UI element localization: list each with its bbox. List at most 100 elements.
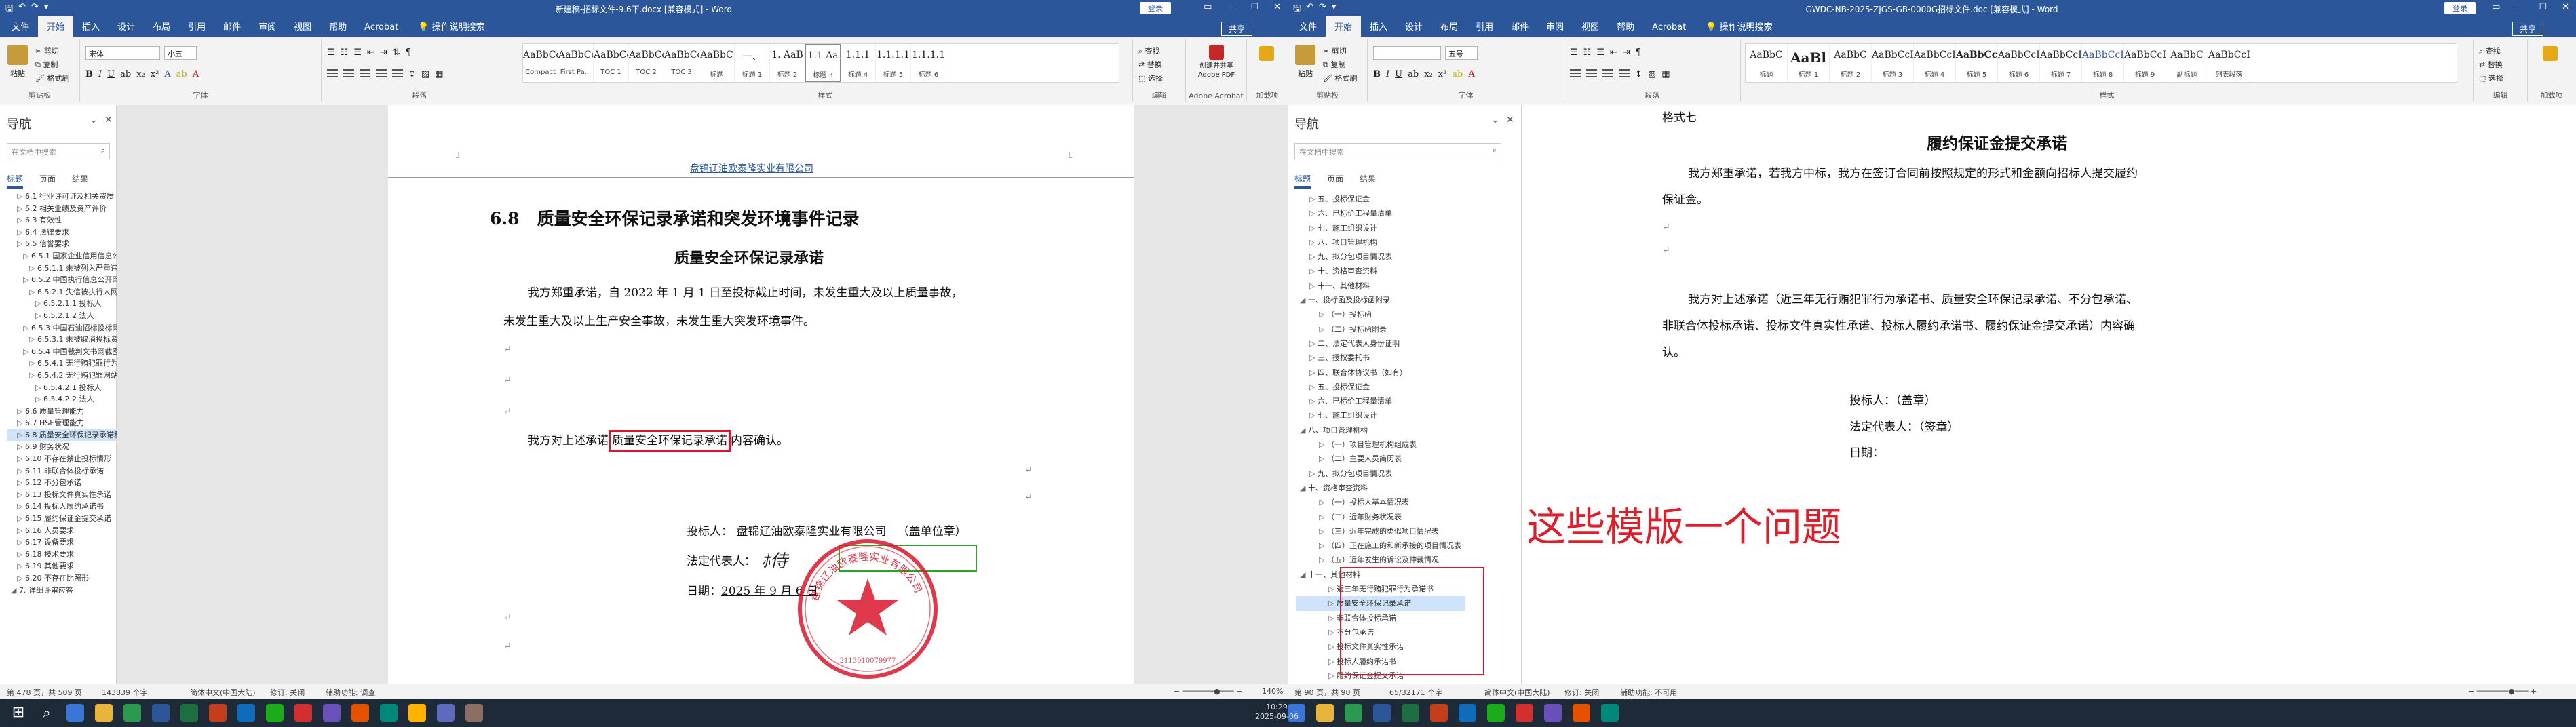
align-center-icon[interactable] bbox=[343, 69, 354, 77]
app-icon[interactable] bbox=[1573, 704, 1590, 722]
nav-tab-results[interactable]: 结果 bbox=[72, 173, 88, 189]
nav-heading-item[interactable]: ▷ （一）投标人基本情况表 bbox=[1296, 495, 1465, 509]
expand-arrow-icon[interactable]: ▷ bbox=[29, 359, 37, 368]
tab-help[interactable]: 帮助 bbox=[320, 16, 355, 37]
nav-heading-item[interactable]: ▷ （二）投标函附录 bbox=[1296, 322, 1465, 336]
excel-icon[interactable] bbox=[1402, 704, 1419, 722]
language[interactable]: 简体中文(中国大陆) bbox=[1484, 687, 1550, 698]
show-marks-icon[interactable]: ¶ bbox=[1636, 47, 1641, 58]
increase-indent-icon[interactable]: ⇥ bbox=[1623, 47, 1630, 58]
app-icon[interactable] bbox=[465, 704, 483, 722]
expand-arrow-icon[interactable]: ▷ bbox=[1309, 209, 1318, 218]
style-heading8[interactable]: AaBbCcD 标题 8 bbox=[2082, 44, 2124, 82]
expand-arrow-icon[interactable]: ◢ bbox=[1300, 484, 1308, 492]
align-center-icon[interactable] bbox=[1586, 69, 1597, 77]
justify-icon[interactable] bbox=[376, 69, 387, 77]
tab-review[interactable]: 审阅 bbox=[250, 16, 285, 37]
nav-heading-item[interactable]: ▷ 三、授权委托书 bbox=[1296, 351, 1465, 365]
strikethrough-icon[interactable]: ab bbox=[1408, 69, 1419, 79]
style-heading2[interactable]: AaBbC 标题 2 bbox=[1830, 44, 1872, 82]
italic-icon[interactable]: I bbox=[98, 69, 102, 79]
wechat-icon[interactable] bbox=[266, 704, 284, 722]
font-name-select[interactable]: 宋体 bbox=[85, 46, 160, 60]
close-icon[interactable]: ✕ bbox=[1506, 115, 1514, 125]
expand-arrow-icon[interactable]: ▷ bbox=[17, 514, 25, 523]
expand-arrow-icon[interactable]: ▷ bbox=[17, 192, 25, 201]
numbering-icon[interactable]: ☷ bbox=[1583, 47, 1592, 58]
tab-help[interactable]: 帮助 bbox=[1608, 16, 1643, 37]
expand-arrow-icon[interactable]: ▷ bbox=[23, 252, 31, 260]
nav-heading-item[interactable]: ▷ （四）正在施工的和新承接的项目情况表 bbox=[1296, 538, 1465, 553]
track-changes[interactable]: 修订: 关闭 bbox=[1564, 687, 1599, 698]
expand-arrow-icon[interactable]: ▷ bbox=[1328, 585, 1337, 593]
nav-heading-item[interactable]: ▷ 五、投标保证金 bbox=[1296, 192, 1465, 206]
style-list-paragraph[interactable]: AaBbCcDd列表段落 bbox=[2208, 44, 2250, 82]
style-heading6[interactable]: 1.1.1.1 标题 6 bbox=[911, 44, 946, 82]
nav-search-input[interactable]: 在文档中搜索 ⌕ bbox=[1294, 143, 1501, 159]
bold-icon[interactable]: B bbox=[1373, 69, 1381, 79]
style-heading4[interactable]: 1.1.1 标题 4 bbox=[841, 44, 876, 82]
expand-arrow-icon[interactable]: ▷ bbox=[17, 442, 25, 451]
app-icon[interactable] bbox=[437, 704, 455, 722]
nav-heading-item[interactable]: ▷ （五）近年发生的诉讼及仲裁情况 bbox=[1296, 553, 1465, 567]
expand-arrow-icon[interactable]: ▷ bbox=[1309, 195, 1318, 203]
nav-tab-pages[interactable]: 页面 bbox=[39, 173, 56, 189]
expand-arrow-icon[interactable]: ▷ bbox=[1309, 224, 1318, 233]
expand-arrow-icon[interactable]: ▷ bbox=[29, 371, 37, 380]
style-toc2[interactable]: AaBbCcDdTOC 2 bbox=[629, 44, 664, 82]
nav-heading-item[interactable]: ▷ 十一、其他材料 bbox=[1296, 279, 1465, 293]
expand-arrow-icon[interactable]: ▷ bbox=[1328, 599, 1337, 608]
explorer-icon[interactable] bbox=[95, 704, 113, 722]
expand-arrow-icon[interactable]: ▷ bbox=[1309, 267, 1318, 275]
minimize-icon[interactable]: — bbox=[1227, 2, 1235, 12]
maximize-icon[interactable]: ☐ bbox=[2539, 2, 2547, 12]
borders-icon[interactable]: ▦ bbox=[1661, 69, 1670, 79]
expand-arrow-icon[interactable]: ▷ bbox=[17, 239, 25, 248]
copy-button[interactable]: ⧉ 复制 bbox=[1323, 58, 1357, 72]
expand-arrow-icon[interactable]: ▷ bbox=[1319, 325, 1327, 334]
pdf-icon[interactable] bbox=[294, 704, 312, 722]
style-heading4[interactable]: AaBbCcD 标题 4 bbox=[1914, 44, 1956, 82]
word-icon[interactable] bbox=[152, 704, 170, 722]
explorer-icon[interactable] bbox=[1316, 704, 1334, 722]
expand-arrow-icon[interactable]: ▷ bbox=[35, 395, 43, 404]
subscript-icon[interactable]: x₂ bbox=[136, 69, 145, 79]
bullets-icon[interactable]: ☰ bbox=[327, 47, 335, 58]
wechat-icon[interactable] bbox=[1487, 704, 1505, 722]
search-icon[interactable]: ⌕ bbox=[1493, 146, 1497, 155]
expand-arrow-icon[interactable]: ▷ bbox=[1309, 252, 1318, 261]
replace-button[interactable]: ⇄ 替换 bbox=[1138, 58, 1163, 72]
nav-heading-item[interactable]: ▷ 七、施工组织设计 bbox=[1296, 221, 1465, 235]
expand-arrow-icon[interactable]: ▷ bbox=[1319, 454, 1327, 463]
style-subtitle[interactable]: AaBbC 副标题 bbox=[2166, 44, 2208, 82]
nav-tab-headings[interactable]: 标题 bbox=[7, 173, 24, 189]
chrome-icon[interactable] bbox=[1345, 704, 1362, 722]
create-pdf-button[interactable]: 创建并共享 Adobe PDF bbox=[1193, 45, 1240, 79]
style-first-para[interactable]: AaBbCcDdFirst Pa... bbox=[558, 44, 594, 82]
taskview-icon[interactable] bbox=[66, 704, 84, 722]
expand-arrow-icon[interactable]: ▷ bbox=[17, 407, 25, 416]
style-heading6[interactable]: AaBbCcD 标题 6 bbox=[1998, 44, 2040, 82]
qq-icon[interactable] bbox=[408, 704, 426, 722]
chevron-down-icon[interactable]: ⌄ bbox=[1491, 115, 1499, 125]
page-count[interactable]: 第 90 页，共 90 页 bbox=[1294, 687, 1360, 698]
select-button[interactable]: ⬚ 选择 bbox=[1138, 72, 1163, 85]
zoom-level[interactable]: 140% bbox=[1262, 687, 1283, 696]
expand-arrow-icon[interactable]: ▷ bbox=[1309, 382, 1318, 391]
expand-arrow-icon[interactable]: ▷ bbox=[29, 288, 37, 296]
find-button[interactable]: ⌕ 查找 bbox=[1138, 45, 1163, 58]
paste-button[interactable]: 粘贴 bbox=[5, 45, 30, 81]
expand-arrow-icon[interactable]: ▷ bbox=[17, 502, 25, 511]
nav-heading-item[interactable]: ◢ 十、资格审查资料 bbox=[1296, 481, 1465, 495]
decrease-indent-icon[interactable]: ⇤ bbox=[367, 47, 374, 58]
close-icon[interactable]: ✕ bbox=[2562, 2, 2569, 12]
language[interactable]: 简体中文(中国大陆) bbox=[190, 687, 256, 698]
copy-button[interactable]: ⧉ 复制 bbox=[35, 58, 69, 72]
chrome-icon[interactable] bbox=[123, 704, 141, 722]
word-icon[interactable] bbox=[1373, 704, 1391, 722]
tab-view[interactable]: 视图 bbox=[285, 16, 320, 37]
expand-arrow-icon[interactable]: ▷ bbox=[17, 228, 25, 237]
addin-icon[interactable] bbox=[2543, 46, 2558, 61]
tab-acrobat[interactable]: Acrobat bbox=[355, 18, 407, 37]
nav-search-input[interactable]: 在文档中搜索 ⌕ bbox=[7, 143, 110, 159]
